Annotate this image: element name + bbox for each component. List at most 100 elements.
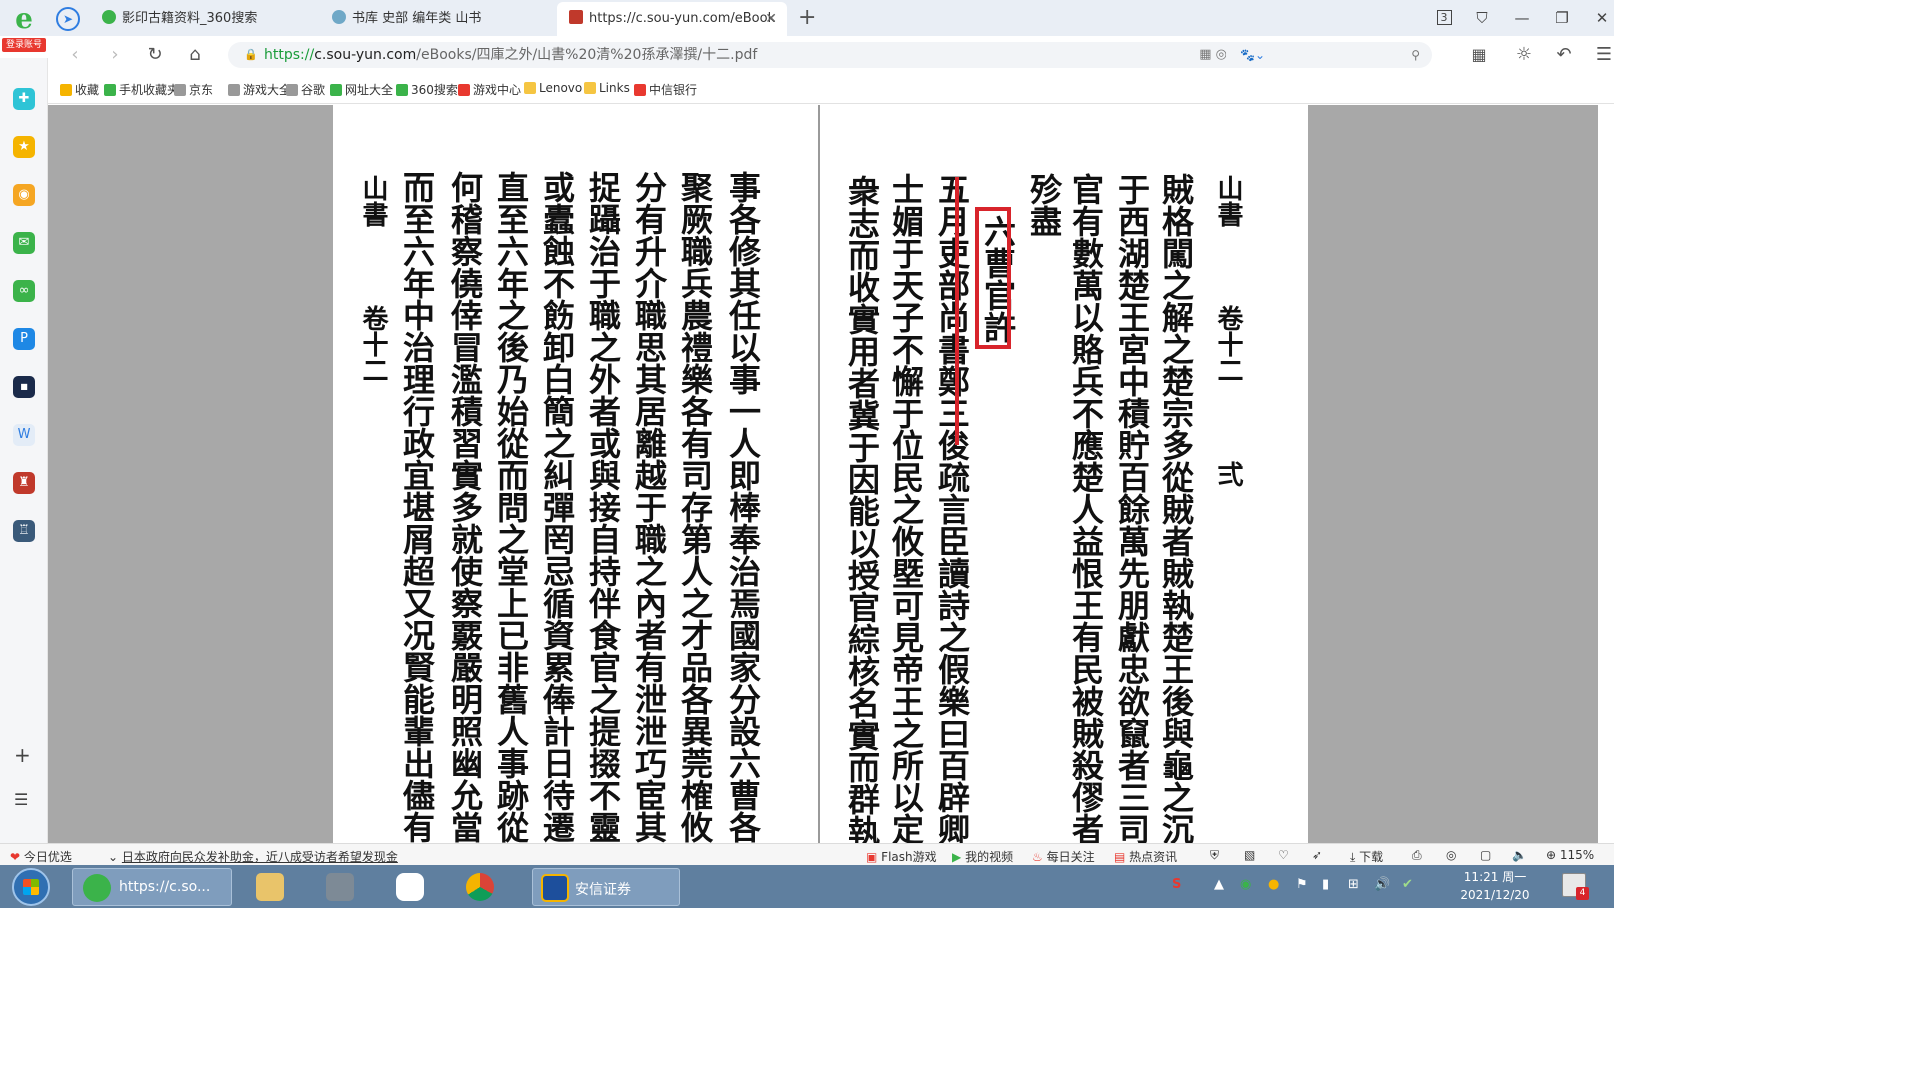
game-icon[interactable]: ♜ — [13, 472, 35, 494]
mail-icon[interactable]: ✉ — [13, 232, 35, 254]
left-sidebar: ✚ ★ ◉ ✉ ∞ P ■ W ♜ ♖ + ☰ — [0, 58, 48, 848]
close-window-button[interactable]: ✕ — [1590, 6, 1614, 30]
news-link[interactable]: ⌄ 日本政府向民众发补助金，近八成受访者希望发现金 — [108, 848, 398, 865]
tray-360-icon[interactable]: ◉ — [1240, 877, 1251, 892]
bookmark-item[interactable]: 谷歌 — [286, 81, 325, 98]
tray-check-icon[interactable]: ✔ — [1402, 877, 1413, 892]
search-engine-icon[interactable]: 🐾⌄ — [1240, 48, 1265, 62]
bookmark-item[interactable]: 手机收藏夹 — [104, 81, 179, 98]
brightness-icon[interactable]: ☼ — [1513, 44, 1535, 66]
search-input[interactable]: 🐾⌄ ⚲ — [1226, 42, 1432, 68]
taskbar-explorer[interactable] — [244, 868, 296, 906]
taskbar-anxin[interactable]: 安信证券 — [532, 868, 680, 906]
bookmark-item[interactable]: 游戏中心 — [458, 81, 521, 98]
minimize-button[interactable]: — — [1510, 6, 1534, 30]
daily-focus-link[interactable]: ♨ 每日关注 — [1032, 848, 1095, 865]
bookmark-icon — [60, 84, 72, 96]
health-icon[interactable]: ✚ — [13, 88, 35, 110]
globe-icon — [332, 10, 346, 24]
system-clock[interactable]: 11:21 周一 2021/12/20 — [1455, 868, 1535, 904]
left-page-column: 分有升介職思其居離越于職之內者有泄泄巧宦其 — [630, 171, 668, 843]
tab-shuku[interactable]: 书库 史部 编年类 山书 — [320, 2, 555, 36]
browser-mode-icon[interactable]: ◎ — [1446, 848, 1456, 862]
start-button[interactable] — [12, 868, 50, 906]
screenshot-icon[interactable]: ▧ — [1244, 848, 1255, 862]
bookmark-item[interactable]: 游戏大全 — [228, 81, 291, 98]
menu-icon[interactable]: ☰ — [1593, 44, 1614, 66]
today-label: 今日优选 — [23, 850, 72, 864]
red-annotation-line — [955, 177, 959, 445]
favorites-star-icon[interactable]: ★ — [13, 136, 35, 158]
bookmark-item[interactable]: 360搜索 — [396, 81, 458, 98]
url-input[interactable]: 🔒 https://c.sou-yun.com/eBooks/四庫之外/山書%2… — [228, 42, 1252, 68]
taskbar-tools[interactable] — [314, 868, 366, 906]
bookmark-item[interactable]: Links — [584, 81, 630, 95]
word-doc-icon[interactable]: W — [13, 424, 35, 446]
heart-outline-icon[interactable]: ♡ — [1278, 848, 1289, 862]
tab-count-button[interactable]: 3 — [1432, 6, 1456, 30]
flash-games-link[interactable]: ▣ Flash游戏 — [866, 848, 937, 865]
skin-icon[interactable]: ⛉ — [1470, 6, 1494, 30]
window-icon[interactable]: ▢ — [1480, 848, 1491, 862]
shield-icon[interactable]: ⛨ — [1210, 848, 1219, 863]
back-button[interactable]: ‹ — [64, 44, 86, 66]
forward-button[interactable]: › — [104, 44, 126, 66]
flash-label: Flash游戏 — [881, 850, 937, 864]
print-icon[interactable]: ⎙ — [1412, 848, 1422, 863]
page-fold-line — [818, 105, 820, 843]
rocket-icon[interactable]: ➶ — [1312, 848, 1322, 862]
list-icon[interactable]: ☰ — [14, 790, 28, 809]
tray-flag-icon[interactable]: ⚑ — [1296, 877, 1308, 892]
tray-device-icon[interactable]: ▮ — [1322, 877, 1329, 892]
bookmark-label: Links — [599, 81, 630, 95]
bookmark-item[interactable]: Lenovo — [524, 81, 582, 95]
browser-logo[interactable]: e 登录账号 — [0, 0, 48, 58]
tab-pdf[interactable]: https://c.sou-yun.com/eBook ✕ — [557, 2, 787, 36]
tab-bar: e 登录账号 ➤ 影印古籍资料_360搜索 书库 史部 编年类 山书 https… — [0, 0, 1614, 52]
close-tab-icon[interactable]: ✕ — [765, 2, 777, 36]
taskbar: https://c.so... 安信证券 S ▲ ◉ ● ⚑ ▮ ⊞ 🔊 ✔ 1… — [0, 865, 1614, 908]
bookmark-item[interactable]: 网址大全 — [330, 81, 393, 98]
bookmark-icon — [174, 84, 186, 96]
my-video-link[interactable]: ▶ 我的视频 — [952, 848, 1013, 865]
undo-icon[interactable]: ↶ — [1553, 44, 1575, 66]
apps-grid-icon[interactable]: ▦ — [1468, 44, 1490, 66]
zoom-control[interactable]: ⊕ 115% — [1546, 848, 1594, 862]
tray-security-icon[interactable]: ● — [1268, 877, 1279, 892]
news-icon: ▤ — [1114, 850, 1126, 864]
tab-title: 书库 史部 编年类 山书 — [352, 11, 482, 26]
login-button[interactable]: 登录账号 — [2, 38, 46, 52]
home-button[interactable]: ⌂ — [184, 44, 206, 66]
today-picks[interactable]: ❤ 今日优选 — [10, 848, 72, 865]
volume-icon[interactable]: 🔊 — [1374, 877, 1390, 892]
bookmark-item[interactable]: 中信银行 — [634, 81, 697, 98]
sogou-ime-icon[interactable]: S — [1172, 877, 1181, 892]
bookmark-label: 收藏 — [75, 83, 100, 97]
game-app-icon[interactable]: ■ — [13, 376, 35, 398]
notification-center-icon[interactable]: 4 — [1562, 873, 1589, 900]
taskbar-chrome[interactable] — [454, 868, 506, 906]
bookmark-item[interactable]: 收藏 — [60, 81, 99, 98]
network-icon[interactable]: ⊞ — [1348, 877, 1359, 892]
add-icon[interactable]: + — [14, 743, 31, 767]
p-app-icon[interactable]: P — [13, 328, 35, 350]
new-tab-button[interactable]: + — [798, 4, 816, 32]
tray-expand-icon[interactable]: ▲ — [1214, 877, 1224, 892]
tab-search[interactable]: 影印古籍资料_360搜索 — [90, 2, 320, 36]
hot-news-link[interactable]: ▤ 热点资讯 — [1114, 848, 1177, 865]
bookmark-item[interactable]: 京东 — [174, 81, 213, 98]
navigation-arrow-icon[interactable]: ➤ — [56, 7, 80, 31]
search-icon[interactable]: ⚲ — [1411, 42, 1420, 68]
game-castle-icon[interactable]: ♖ — [13, 520, 35, 542]
taskbar-browser[interactable]: https://c.so... — [72, 868, 232, 906]
bookmark-label: 网址大全 — [345, 83, 394, 97]
cloud-icon[interactable]: ∞ — [13, 280, 35, 302]
taskbar-baidu-netdisk[interactable] — [384, 868, 436, 906]
pdf-viewer[interactable]: 山書 卷十二 而至六年中治理行政宜堪屑超又况賢能輩出儘有 何稽察僥倖冒濫積習實多就使… — [48, 105, 1598, 847]
sound-icon[interactable]: 🔈 — [1512, 848, 1527, 862]
download-link[interactable]: ⤓ 下载 — [1350, 848, 1383, 865]
taskbar-browser-label: https://c.so... — [119, 879, 211, 895]
reload-button[interactable]: ↻ — [144, 44, 166, 66]
restore-button[interactable]: ❐ — [1550, 6, 1574, 30]
weibo-icon[interactable]: ◉ — [13, 184, 35, 206]
